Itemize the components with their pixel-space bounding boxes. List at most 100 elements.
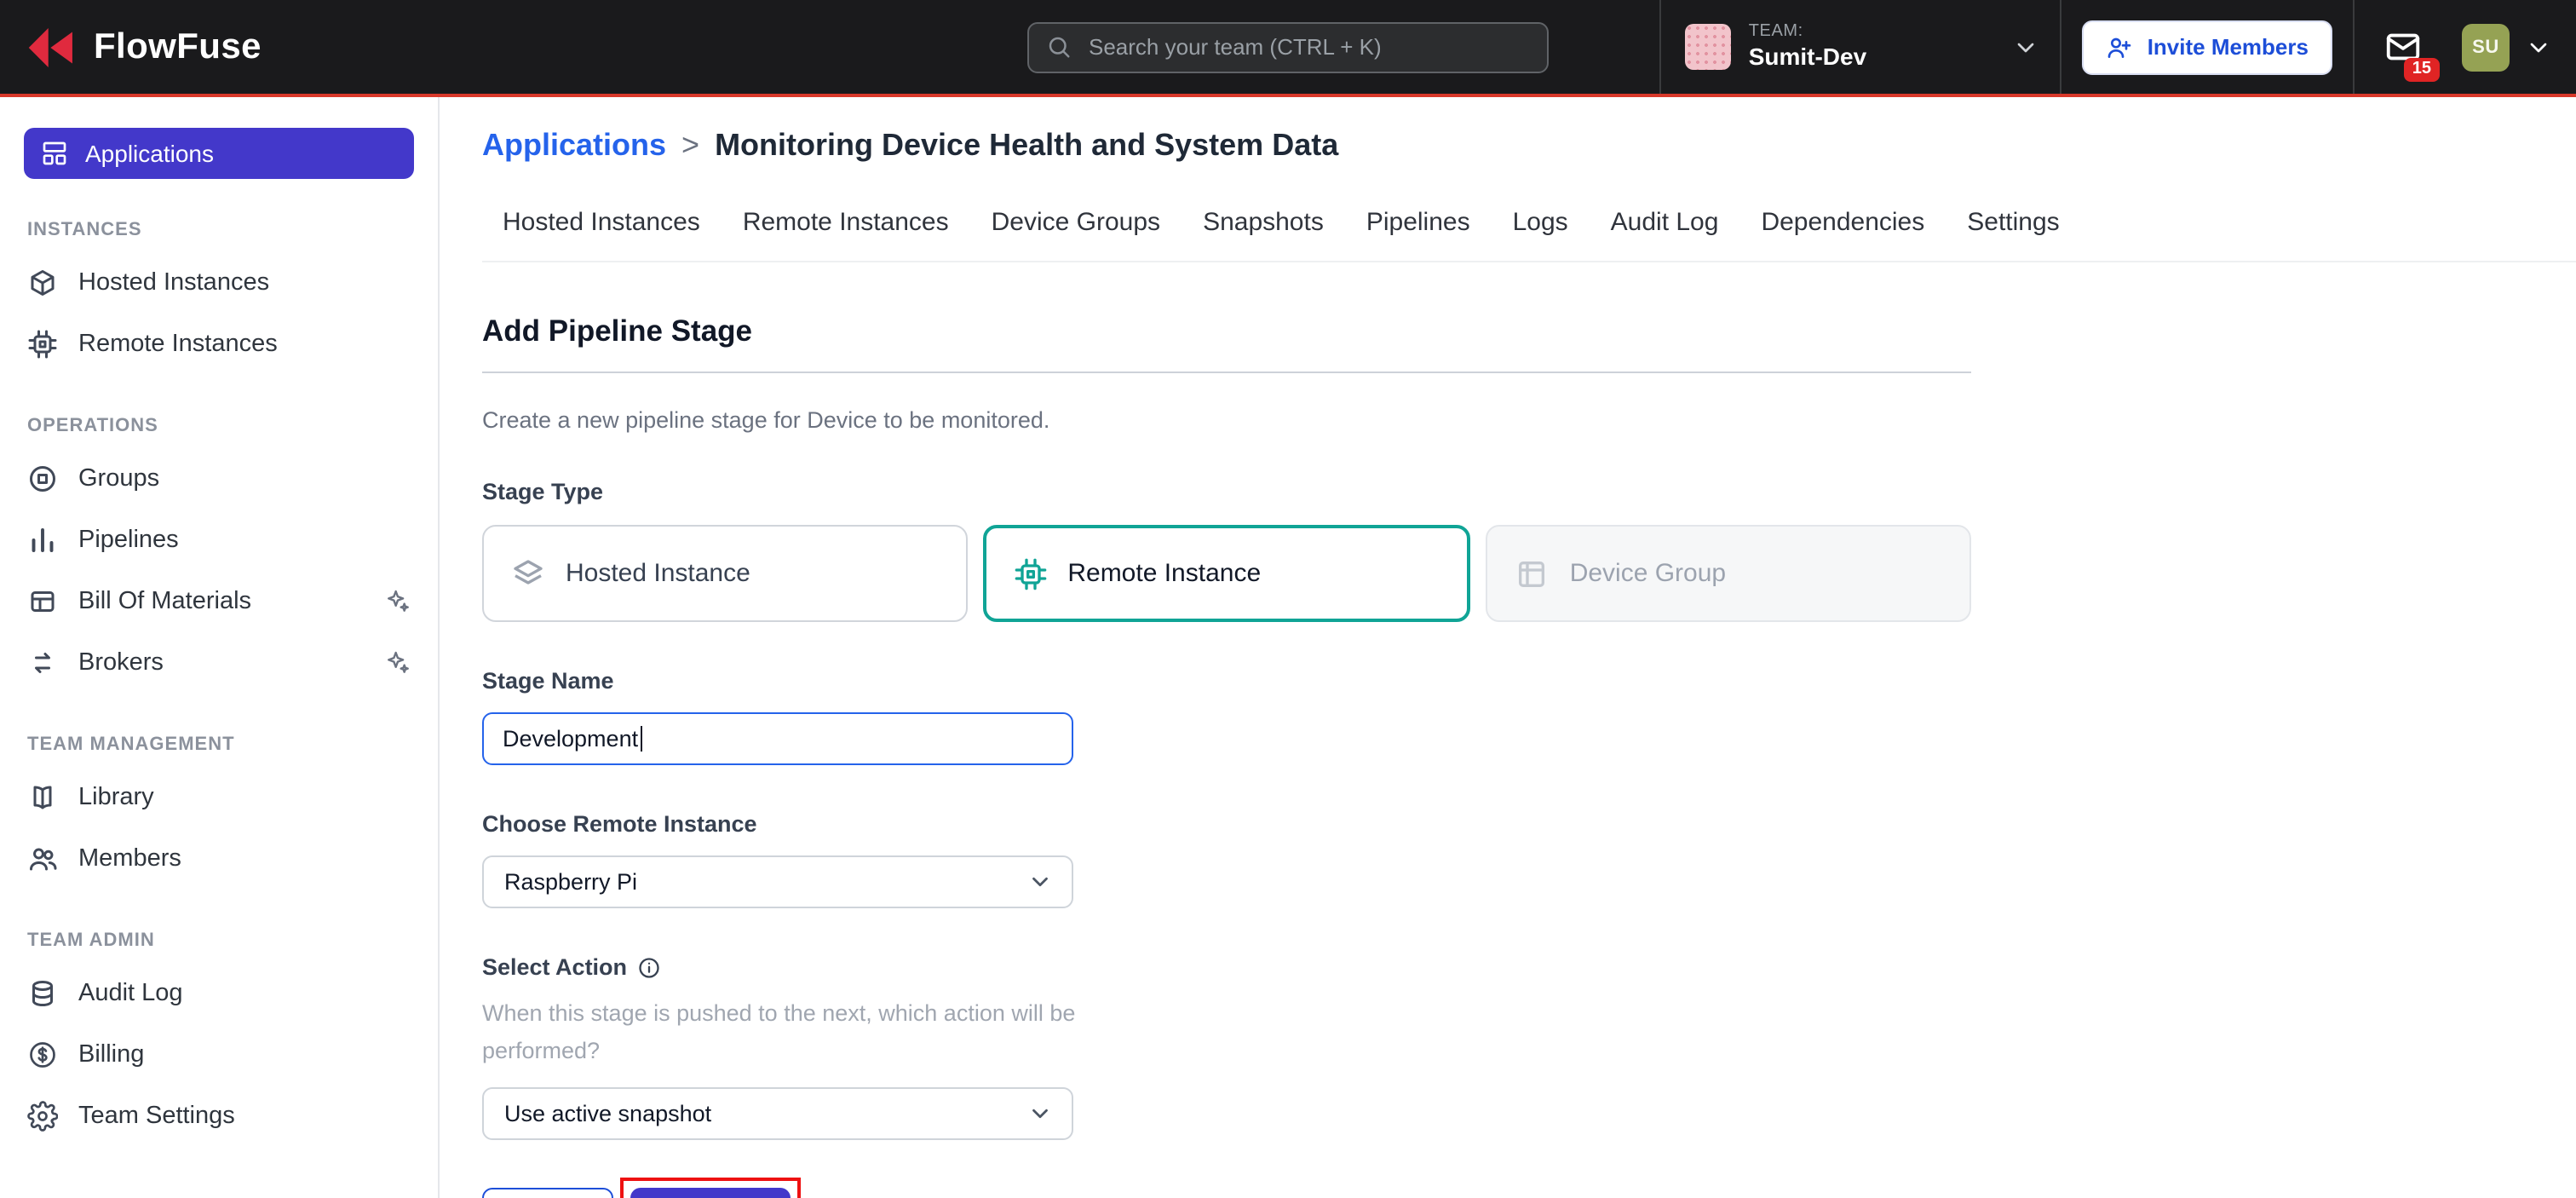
sidebar-heading-team-management: TEAM MANAGEMENT xyxy=(27,734,411,755)
user-menu[interactable]: SU xyxy=(2452,0,2576,94)
device-group-icon xyxy=(1515,556,1550,590)
main-content: Applications > Monitoring Device Health … xyxy=(441,97,2576,1198)
breadcrumb-separator: > xyxy=(681,128,699,164)
action-select[interactable]: Use active snapshot xyxy=(482,1087,1073,1140)
chip-icon xyxy=(1013,556,1047,590)
chip-icon xyxy=(27,329,58,360)
stack-icon xyxy=(511,556,545,590)
stage-type-label: Stage Type xyxy=(482,479,1971,504)
sidebar-item-billing[interactable]: Billing xyxy=(0,1024,438,1086)
add-stage-button[interactable]: Add Stage xyxy=(630,1188,791,1198)
top-navbar: FlowFuse TEAM: Sumit-Dev xyxy=(0,0,2576,97)
stage-type-option-label: Device Group xyxy=(1570,559,1726,588)
brand-name: FlowFuse xyxy=(94,26,262,67)
tab-logs[interactable]: Logs xyxy=(1513,208,1568,237)
stage-name-label: Stage Name xyxy=(482,668,1971,694)
sidebar-item-audit-log[interactable]: Audit Log xyxy=(0,963,438,1024)
tab-settings[interactable]: Settings xyxy=(1967,208,2059,237)
select-action-help-text: When this stage is pushed to the next, w… xyxy=(482,995,1089,1068)
applications-icon xyxy=(41,140,68,167)
chevron-down-icon xyxy=(2013,33,2040,60)
chevron-down-icon xyxy=(2525,33,2552,60)
sidebar-item-label: Groups xyxy=(78,465,159,492)
sidebar-item-bill-of-materials[interactable]: Bill Of Materials xyxy=(0,571,438,632)
invite-area: Invite Members xyxy=(2061,0,2353,94)
stage-type-option-label: Hosted Instance xyxy=(566,559,750,588)
sidebar-item-team-settings[interactable]: Team Settings xyxy=(0,1086,438,1147)
add-pipeline-stage-form: Add Pipeline Stage Create a new pipeline… xyxy=(482,314,1971,1198)
tab-audit-log[interactable]: Audit Log xyxy=(1611,208,1719,237)
sidebar-item-label: Billing xyxy=(78,1041,144,1068)
application-tabs: Hosted Instances Remote Instances Device… xyxy=(482,208,2576,262)
chevron-down-icon xyxy=(1027,869,1053,895)
sidebar-item-label: Hosted Instances xyxy=(78,269,269,297)
search-input[interactable] xyxy=(1085,32,1530,61)
team-search[interactable] xyxy=(1027,21,1549,72)
sidebar-item-label: Pipelines xyxy=(78,527,179,554)
invite-members-label: Invite Members xyxy=(2148,34,2309,60)
divider xyxy=(482,371,1971,373)
sparkles-icon xyxy=(383,649,411,677)
breadcrumb-applications-link[interactable]: Applications xyxy=(482,128,666,164)
tab-device-groups[interactable]: Device Groups xyxy=(992,208,1160,237)
sidebar-item-label: Bill Of Materials xyxy=(78,588,251,615)
remote-instance-label: Choose Remote Instance xyxy=(482,811,1971,837)
sidebar-item-remote-instances[interactable]: Remote Instances xyxy=(0,314,438,375)
members-icon xyxy=(27,844,58,874)
notifications-button[interactable]: 15 xyxy=(2353,0,2452,94)
sparkles-icon xyxy=(383,588,411,615)
sidebar-item-groups[interactable]: Groups xyxy=(0,448,438,510)
search-icon xyxy=(1046,34,1072,60)
tab-dependencies[interactable]: Dependencies xyxy=(1761,208,1924,237)
team-selector[interactable]: TEAM: Sumit-Dev xyxy=(1660,0,2061,94)
user-avatar: SU xyxy=(2462,23,2510,71)
sidebar-item-brokers[interactable]: Brokers xyxy=(0,632,438,694)
chevron-down-icon xyxy=(1027,1101,1053,1126)
stage-type-hosted-instance[interactable]: Hosted Instance xyxy=(482,525,967,622)
stage-name-value: Development xyxy=(503,726,638,752)
sidebar-item-pipelines[interactable]: Pipelines xyxy=(0,510,438,571)
sidebar-item-applications[interactable]: Applications xyxy=(24,128,414,179)
action-value: Use active snapshot xyxy=(504,1101,711,1126)
gear-icon xyxy=(27,1101,58,1132)
sidebar-item-hosted-instances[interactable]: Hosted Instances xyxy=(0,252,438,314)
stage-type-remote-instance[interactable]: Remote Instance xyxy=(982,525,1470,622)
sidebar-heading-team-admin: TEAM ADMIN xyxy=(27,930,411,951)
stage-type-options: Hosted Instance Remote Instance Device G… xyxy=(482,525,1971,622)
tab-pipelines[interactable]: Pipelines xyxy=(1366,208,1470,237)
bill-of-materials-icon xyxy=(27,586,58,617)
team-avatar xyxy=(1686,24,1732,70)
stage-name-input[interactable]: Development xyxy=(482,712,1073,765)
app-window: FlowFuse TEAM: Sumit-Dev xyxy=(0,0,2576,1198)
tab-remote-instances[interactable]: Remote Instances xyxy=(743,208,949,237)
sidebar-heading-instances: INSTANCES xyxy=(27,220,411,240)
user-plus-icon xyxy=(2107,33,2134,60)
tab-snapshots[interactable]: Snapshots xyxy=(1203,208,1324,237)
text-cursor xyxy=(640,726,642,752)
sidebar-item-label: Team Settings xyxy=(78,1103,235,1130)
cancel-button[interactable]: Cancel xyxy=(482,1188,612,1198)
navbar-right: TEAM: Sumit-Dev Invite Members xyxy=(1660,0,2576,94)
sidebar-item-label: Library xyxy=(78,784,154,811)
form-title: Add Pipeline Stage xyxy=(482,314,1971,349)
info-icon[interactable] xyxy=(637,955,661,979)
sidebar-item-label: Brokers xyxy=(78,649,164,677)
pipelines-icon xyxy=(27,525,58,556)
sidebar-item-members[interactable]: Members xyxy=(0,828,438,890)
billing-icon xyxy=(27,1040,58,1070)
sidebar-item-label: Remote Instances xyxy=(78,331,278,358)
sidebar-item-label: Applications xyxy=(85,140,214,167)
sidebar-heading-operations: OPERATIONS xyxy=(27,416,411,436)
team-label: TEAM: xyxy=(1749,22,1866,43)
invite-members-button[interactable]: Invite Members xyxy=(2083,20,2332,74)
annotation-highlight-box: Add Stage xyxy=(619,1178,801,1198)
form-description: Create a new pipeline stage for Device t… xyxy=(482,407,1971,433)
breadcrumb: Applications > Monitoring Device Health … xyxy=(482,128,2576,164)
groups-icon xyxy=(27,464,58,494)
sidebar-item-library[interactable]: Library xyxy=(0,767,438,828)
tab-hosted-instances[interactable]: Hosted Instances xyxy=(503,208,700,237)
brand[interactable]: FlowFuse xyxy=(0,0,289,94)
brokers-icon xyxy=(27,648,58,678)
team-name: Sumit-Dev xyxy=(1749,43,1866,72)
remote-instance-select[interactable]: Raspberry Pi xyxy=(482,855,1073,908)
